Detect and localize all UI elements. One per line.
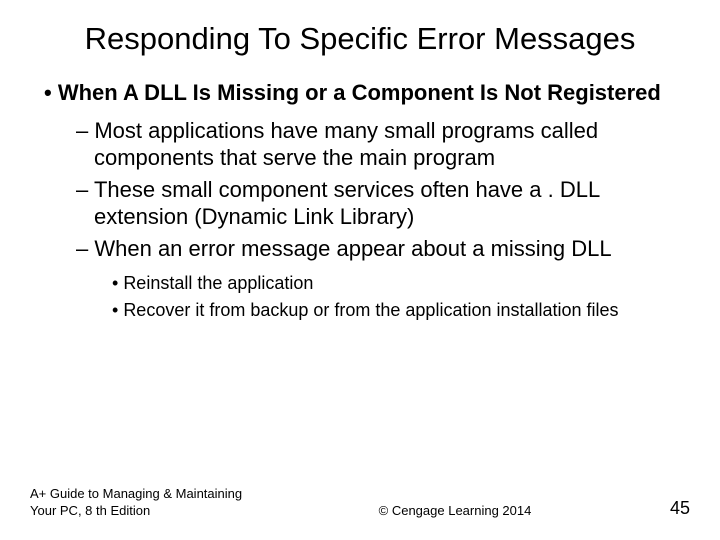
bullet-l1: When A DLL Is Missing or a Component Is … — [30, 79, 690, 107]
slide-title: Responding To Specific Error Messages — [30, 20, 690, 57]
bullet-l3: Reinstall the application — [30, 272, 690, 295]
bullet-l2: Most applications have many small progra… — [30, 117, 690, 172]
footer: A+ Guide to Managing & Maintaining Your … — [30, 486, 690, 520]
footer-copyright: © Cengage Learning 2014 — [260, 503, 650, 520]
footer-book-title: A+ Guide to Managing & Maintaining Your … — [30, 486, 260, 520]
bullet-l3: Recover it from backup or from the appli… — [30, 299, 690, 322]
bullet-l2: These small component services often hav… — [30, 176, 690, 231]
slide: Responding To Specific Error Messages Wh… — [0, 0, 720, 540]
bullet-l2: When an error message appear about a mis… — [30, 235, 690, 263]
footer-page-number: 45 — [650, 497, 690, 520]
